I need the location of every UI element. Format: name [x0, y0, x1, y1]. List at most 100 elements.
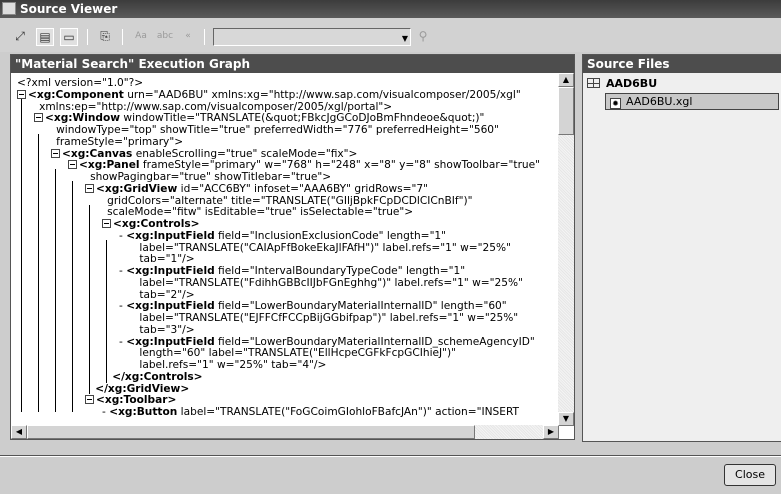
xml-tag: <xg:Panel [79, 159, 140, 172]
xml-attributes: field="LowerBoundaryMaterialInternalID_s… [214, 335, 535, 348]
code-line: <xg:Canvas enableScrolling="true" scaleM… [51, 148, 357, 160]
code-line: tab="2"/> [139, 289, 194, 301]
collapse-toggle-icon[interactable] [85, 395, 94, 405]
xml-attributes: label.refs="1" w="25%" tab="4"/> [139, 359, 327, 371]
chevron-down-icon[interactable]: ▼ [402, 34, 408, 43]
scroll-thumb[interactable] [558, 87, 574, 135]
tree-guide-line [106, 239, 107, 383]
code-line: <xg:GridView id="ACC6BY" infoset="AAA6BY… [85, 183, 428, 195]
tree-guide-line [89, 204, 90, 395]
horizontal-scrollbar[interactable]: ◀ ▶ [11, 425, 559, 439]
toolbar-separator [204, 29, 205, 45]
collapse-toggle-icon[interactable] [51, 148, 60, 158]
xml-attributes: tab="2"/> [139, 288, 195, 301]
code-line: frameStyle="primary"> [56, 136, 183, 148]
panel-title: Source Files [583, 55, 781, 73]
xml-tag: <xg:InputField [126, 265, 215, 277]
xml-tag: <xg:InputField [126, 335, 215, 348]
tree-file-item[interactable]: ✹ AAD6BU.xgl [605, 93, 779, 110]
code-line: <xg:Window windowTitle="TRANSLATE(&quot;… [34, 112, 484, 124]
execution-graph-panel: "Material Search" Execution Graph <?xml … [10, 54, 575, 440]
copy-icon[interactable]: ⎘ [96, 28, 114, 46]
code-line: showPagingbar="true" showTitlebar="true"… [90, 171, 331, 183]
code-line: <xg:Controls> [102, 218, 200, 230]
code-line: - <xg:Button label="TRANSLATE("FoGCoimGI… [102, 406, 519, 418]
find-word-icon[interactable]: abc [156, 28, 174, 46]
xml-source-view[interactable]: <?xml version="1.0"?> <xg:Component urn="… [11, 73, 559, 426]
window-title: Source Viewer [20, 2, 118, 16]
code-line: </xg:Controls> [112, 371, 202, 383]
xml-tag: <xg:InputField [126, 229, 215, 242]
code-line: - <xg:InputField field="LowerBoundaryMat… [119, 300, 507, 312]
scroll-thumb[interactable] [27, 425, 475, 439]
xml-attributes: frameStyle="primary"> [56, 135, 184, 148]
scroll-left-button[interactable]: ◀ [11, 425, 27, 439]
xml-attributes: tab="1"/> [139, 253, 195, 266]
vertical-layout-icon[interactable]: ▤ [36, 28, 54, 46]
xml-attributes: label="TRANSLATE("FdihhGBBcIIJbFGnEghhg"… [139, 276, 523, 289]
xml-attributes: enableScrolling="true" scaleMode="fix"> [132, 147, 358, 160]
component-icon [587, 78, 600, 88]
search-combo[interactable]: ▼ [213, 28, 411, 46]
code-line: xmlns:ep="http://www.sap.com/visualcompo… [39, 101, 392, 113]
code-line: label="TRANSLATE("EJFFCfFCCpBijGGbifpap"… [139, 312, 518, 324]
tree-guide-line [38, 134, 39, 412]
xml-attributes: <?xml version="1.0"?> [17, 77, 144, 89]
xml-attributes: field="LowerBoundaryMaterialInternalID" … [214, 300, 507, 313]
collapse-toggle-icon[interactable] [102, 219, 111, 228]
tree-guide-line [72, 181, 73, 412]
code-line: <xg:Panel frameStyle="primary" w="768" h… [68, 159, 540, 171]
gear-icon: ✹ [610, 98, 621, 109]
xml-attributes: field="InclusionExclusionCode" length="1… [214, 229, 447, 242]
code-line: label="TRANSLATE("FdihhGBBcIIJbFGnEghhg"… [139, 277, 523, 289]
xml-tag: </xg:Controls> [112, 370, 203, 383]
collapse-toggle-icon[interactable] [85, 183, 94, 193]
tree-root-label: AAD6BU [606, 77, 658, 90]
find-prev-icon[interactable]: « [179, 28, 197, 46]
code-line: tab="3"/> [139, 324, 194, 336]
find-case-icon[interactable]: Aa [132, 28, 150, 46]
code-line: length="60" label="TRANSLATE("EllHcpeCGF… [139, 347, 456, 359]
xml-tag: <xg:Component [28, 88, 124, 101]
collapse-toggle-icon[interactable] [17, 89, 26, 99]
collapse-toggle-icon[interactable] [34, 113, 43, 123]
toolbar-separator [122, 29, 123, 45]
code-line: scaleMode="fitw" isEditable="true" isSel… [107, 206, 413, 218]
vertical-scrollbar[interactable]: ▲ ▼ [558, 73, 574, 426]
tree-root-item[interactable]: AAD6BU [587, 77, 657, 91]
find-icon[interactable]: ⚲ [414, 28, 432, 46]
xml-tag: <xg:Toolbar> [96, 394, 177, 407]
tree-guide-line [55, 169, 56, 412]
xml-attributes: id="ACC6BY" infoset="AAA6BY" gridRows="7… [177, 182, 428, 195]
code-line: <?xml version="1.0"?> [17, 77, 143, 89]
expand-icon[interactable]: ⤢ [11, 28, 29, 46]
xml-attributes: windowTitle="TRANSLATE(&quot;FBkcJgGCoDJ… [120, 112, 485, 125]
xml-tag: <xg:InputField [126, 300, 215, 313]
xml-attributes: frameStyle="primary" w="768" h="248" x="… [139, 159, 541, 172]
xml-tag: <xg:Window [45, 112, 121, 125]
scroll-right-button[interactable]: ▶ [543, 425, 559, 439]
collapse-toggle-icon[interactable] [68, 160, 77, 170]
xml-tag: </xg:GridView> [95, 382, 190, 395]
toolbar-separator [87, 29, 88, 45]
xml-attributes: windowType="top" showTitle="true" prefer… [56, 124, 499, 136]
xml-attributes: tab="3"/> [139, 323, 195, 336]
xml-tag: <xg:Controls> [113, 218, 200, 230]
xml-attributes: label="TRANSLATE("EJFFCfFCCpBijGGbifpap"… [139, 312, 519, 324]
scroll-up-button[interactable]: ▲ [558, 73, 574, 87]
close-button[interactable]: Close [724, 464, 776, 486]
xml-attributes: label="TRANSLATE("CAIApFfBokeEkaJlFAfH")… [139, 241, 511, 254]
xml-attributes: urn="AAD6BU" xmlns:xg="http://www.sap.co… [123, 88, 521, 101]
scroll-down-button[interactable]: ▼ [558, 412, 574, 426]
xml-attributes: label="TRANSLATE("FoGCoimGIohloFBafcJAn"… [177, 406, 520, 418]
xml-attributes: showPagingbar="true" showTitlebar="true"… [90, 171, 332, 183]
horizontal-layout-icon[interactable]: ▭ [60, 28, 78, 46]
code-line: - <xg:InputField field="IntervalBoundary… [119, 265, 465, 277]
code-line: tab="1"/> [139, 253, 194, 265]
xml-attributes: length="60" label="TRANSLATE("EllHcpeCGF… [139, 347, 457, 360]
panel-title: "Material Search" Execution Graph [11, 55, 574, 73]
xml-tag: <xg:Canvas [62, 147, 133, 160]
code-line: label.refs="1" w="25%" tab="4"/> [139, 359, 326, 371]
xml-attributes: scaleMode="fitw" isEditable="true" isSel… [107, 206, 414, 219]
title-bar: Source Viewer [0, 0, 781, 18]
